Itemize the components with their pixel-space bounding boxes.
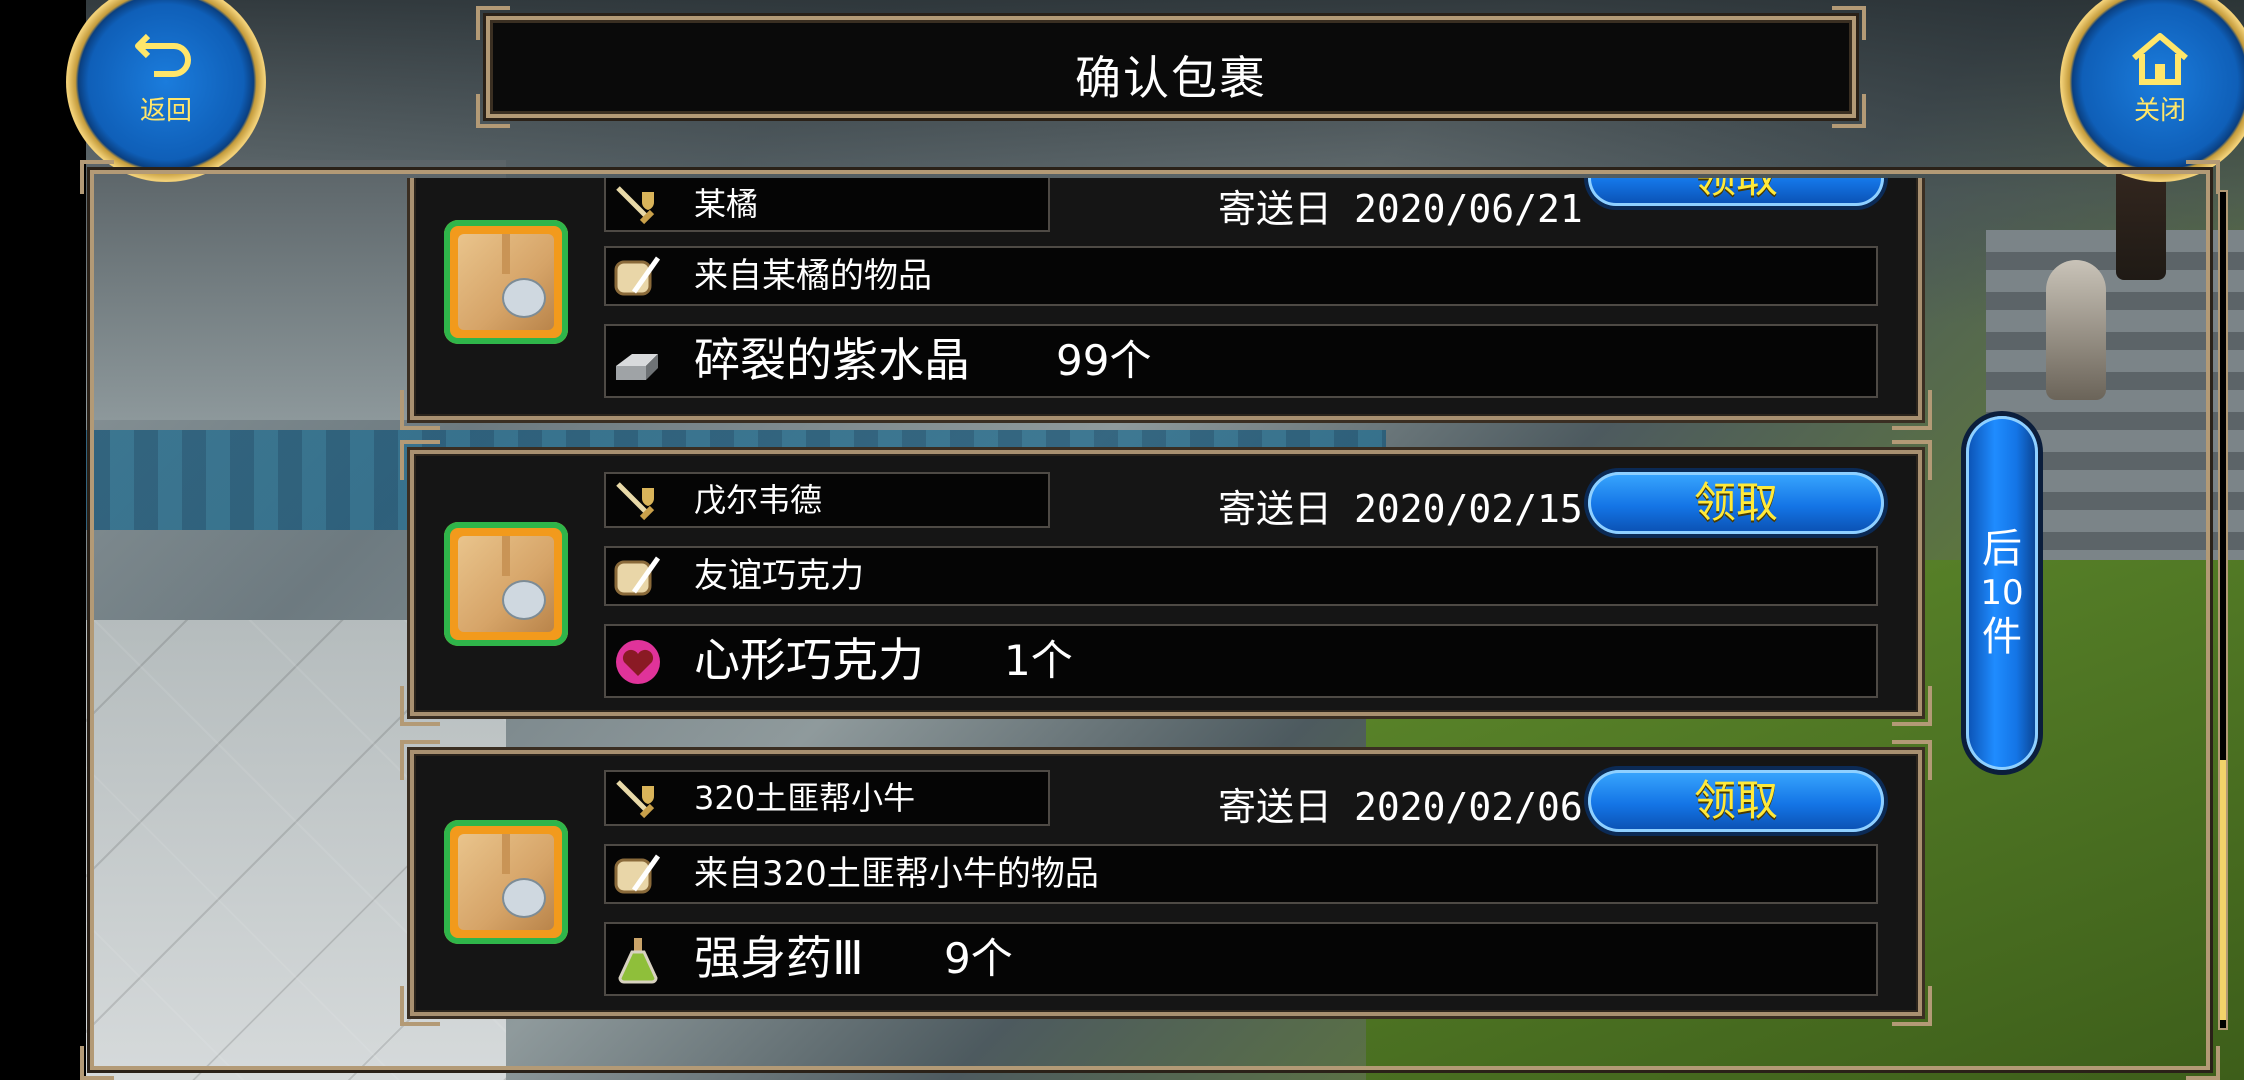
sent-date-value: 2020/02/15 [1354,487,1583,531]
frame-corner [1892,686,1932,726]
frame-corner [400,686,440,726]
sent-date: 寄送日 2020/02/15 [1218,478,1583,533]
next-page-label-2: 件 [1982,614,2022,660]
return-arrow-icon [135,33,191,77]
claim-button[interactable]: 领取 [1588,770,1884,832]
message-row: 来自某橘的物品 [604,246,1878,306]
item-name: 心形巧克力 [694,633,924,687]
frame-corner [1892,986,1932,1026]
item-quantity: 1个 [1004,636,1073,685]
title-bar: 确认包裹 [476,6,1866,128]
potion-flask-icon [618,938,658,984]
back-button-label: 返回 [139,96,192,126]
sender-row: 320土匪帮小牛 [604,770,1050,826]
mail-card: 某橘 寄送日2020/06/21 领取 来自某橘的物品 碎裂的紫水晶 99个 [400,178,1932,430]
scroll-quill-icon [614,256,661,296]
frame-corner [400,440,440,480]
sender-name: 某橘 [694,185,759,223]
frame-corner [1892,440,1932,480]
sword-shield-icon [616,482,655,521]
frame-corner [400,390,440,430]
next-page-count: 10 [1980,573,2024,613]
home-icon [2132,33,2188,85]
item-name: 碎裂的紫水晶 [694,333,970,387]
next-page-button[interactable]: 后 10 件 [1966,416,2038,770]
frame-corner [400,986,440,1026]
mail-card: 320土匪帮小牛 寄送日 2020/02/06 领取 来自320土匪帮小牛的物品 … [400,740,1932,1026]
sender-name: 戊尔韦德 [694,481,823,519]
frame-corner [80,160,114,194]
sent-date-value: 2020/02/06 [1354,785,1583,829]
sent-date: 寄送日 2020/06/21 [1218,178,1583,233]
mail-card: 戊尔韦德 寄送日 2020/02/15 领取 友谊巧克力 心形巧克力 1个 [400,440,1932,726]
sender-row: 戊尔韦德 [604,472,1050,528]
item-quantity: 9个 [944,934,1013,983]
item-name: 强身药Ⅲ [694,931,864,985]
page-title: 确认包裹 [1075,51,1267,105]
frame-corner [1892,390,1932,430]
message-text: 来自某橘的物品 [694,256,932,296]
frame-corner [1892,740,1932,780]
frame-corner [476,6,510,40]
sent-label: 寄送日 [1218,487,1333,531]
sender-row: 某橘 [604,178,1050,232]
sent-label: 寄送日 [1218,187,1333,231]
package-box-icon [444,522,568,646]
item-row: 心形巧克力 1个 [604,624,1878,698]
package-box-icon [444,820,568,944]
item-row: 强身药Ⅲ 9个 [604,922,1878,996]
frame-corner [2186,160,2220,194]
frame-corner [1832,6,1866,40]
close-button-label: 关闭 [2133,96,2186,126]
item-row: 碎裂的紫水晶 99个 [604,324,1878,398]
message-text: 来自320土匪帮小牛的物品 [694,854,1099,894]
sword-shield-icon [616,186,655,225]
claim-button[interactable]: 领取 [1588,472,1884,534]
heart-chocolate-icon [616,640,660,684]
sent-date-value: 2020/06/21 [1354,187,1583,231]
item-quantity: 99个 [1056,336,1152,385]
message-row: 来自320土匪帮小牛的物品 [604,844,1878,904]
sent-date: 寄送日 2020/02/06 [1218,776,1583,831]
next-page-label-1: 后 [1982,526,2022,572]
sword-shield-icon [616,780,655,819]
message-row: 友谊巧克力 [604,546,1878,606]
scroll-quill-icon [614,556,661,596]
sent-label: 寄送日 [1218,785,1333,829]
frame-corner [80,1046,114,1080]
scroll-quill-icon [614,854,661,894]
message-text: 友谊巧克力 [694,556,864,596]
frame-corner [2186,1046,2220,1080]
scrollbar-thumb[interactable] [2220,760,2226,1020]
sender-name: 320土匪帮小牛 [694,779,916,817]
package-box-icon [444,220,568,344]
frame-corner [400,740,440,780]
silver-ingot-icon [616,354,658,380]
